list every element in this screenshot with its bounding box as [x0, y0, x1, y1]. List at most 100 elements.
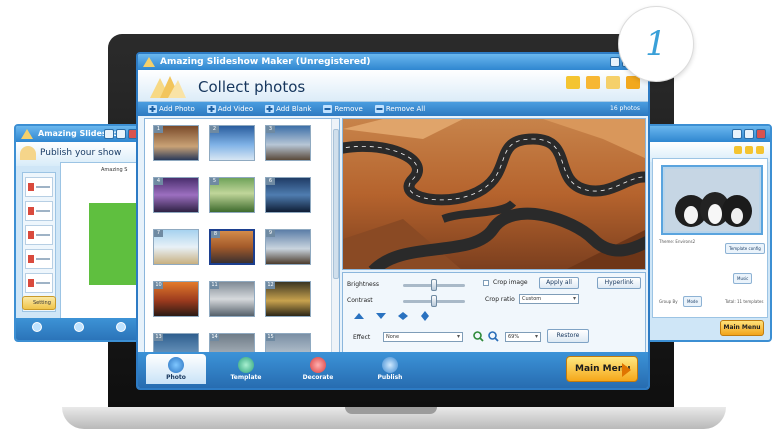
publish-format-item[interactable]	[25, 249, 53, 269]
publish-preview: Amazing S	[60, 162, 142, 332]
format-label-line	[36, 234, 50, 236]
save-icon[interactable]	[586, 76, 600, 89]
rotate-right-icon[interactable]	[375, 311, 387, 321]
help-icon[interactable]	[756, 146, 764, 154]
photo-thumbnail[interactable]: 11	[209, 281, 255, 317]
remove-button[interactable]: Remove	[323, 105, 363, 113]
tab-photo[interactable]: Photo	[146, 354, 206, 384]
minimize-icon[interactable]	[610, 57, 620, 67]
group-by-label: Group By	[659, 299, 678, 304]
group-by-select[interactable]: Mode	[683, 296, 702, 307]
remove-all-button[interactable]: Remove All	[374, 105, 425, 113]
add-blank-button[interactable]: Add Blank	[265, 105, 311, 113]
photo-thumbnail[interactable]: 14	[209, 333, 255, 353]
restore-button[interactable]: Restore	[547, 329, 589, 343]
zoom-out-icon[interactable]	[488, 331, 499, 342]
setting-button[interactable]: Setting	[22, 296, 56, 310]
photo-thumbnail[interactable]: 13	[153, 333, 199, 353]
tab-decorate[interactable]: Decorate	[288, 354, 348, 384]
publish-format-item[interactable]	[25, 225, 53, 245]
zoom-in-icon[interactable]	[473, 331, 484, 342]
tab-decorate-label: Decorate	[302, 374, 334, 381]
rotate-left-icon[interactable]	[353, 311, 365, 321]
thumbnail-scrollbar[interactable]	[331, 119, 339, 353]
thumbnail-number: 2	[210, 126, 219, 133]
tab-publish-label: Publish	[377, 374, 403, 381]
brightness-slider-knob[interactable]	[431, 279, 437, 291]
publish-format-item[interactable]	[25, 201, 53, 221]
user-icon[interactable]	[606, 76, 620, 89]
photo-thumbnail[interactable]: 5	[209, 177, 255, 213]
decorate-tab-icon	[310, 357, 326, 373]
tab-photo-icon[interactable]	[32, 322, 42, 332]
hyperlink-button[interactable]: Hyperlink	[597, 277, 641, 289]
thumbnail-number: 13	[154, 334, 163, 341]
format-label-line	[36, 210, 50, 212]
crop-ratio-label: Crop ratio	[485, 296, 515, 303]
photo-thumbnail[interactable]: 12	[265, 281, 311, 317]
photo-thumbnail[interactable]: 4	[153, 177, 199, 213]
apply-all-button[interactable]: Apply all	[539, 277, 579, 289]
save-icon[interactable]	[745, 146, 753, 154]
add-photo-button[interactable]: Add Photo	[148, 105, 195, 113]
photo-thumbnail[interactable]: 15	[265, 333, 311, 353]
add-video-button[interactable]: Add Video	[206, 105, 253, 113]
main-window-title: Amazing Slideshow Maker (Unregistered)	[160, 57, 371, 67]
contrast-slider-knob[interactable]	[431, 295, 437, 307]
scrollbar-thumb[interactable]	[333, 129, 339, 279]
photo-toolbar: Add Photo Add Video Add Blank Remove Rem…	[138, 102, 648, 116]
close-icon[interactable]	[756, 129, 766, 139]
publish-tab-icon	[382, 357, 398, 373]
arrow-right-icon	[622, 363, 631, 377]
effect-label: Effect	[353, 334, 371, 341]
minimize-icon[interactable]	[732, 129, 742, 139]
folder-icon[interactable]	[734, 146, 742, 154]
minimize-icon[interactable]	[104, 129, 114, 139]
photo-thumbnail[interactable]: 2	[209, 125, 255, 161]
crop-ratio-select[interactable]: Custom	[519, 294, 579, 304]
add-photo-icon	[148, 105, 157, 113]
publish-format-item[interactable]	[25, 177, 53, 197]
photo-thumbnail-selected[interactable]: 8	[209, 229, 255, 265]
thumbnail-number: 12	[266, 282, 275, 289]
maximize-icon[interactable]	[116, 129, 126, 139]
publish-header-title: Publish your show	[40, 148, 122, 158]
open-folder-icon[interactable]	[566, 76, 580, 89]
maximize-icon[interactable]	[744, 129, 754, 139]
tab-template[interactable]: Template	[216, 354, 276, 384]
crop-image-checkbox[interactable]	[483, 280, 489, 286]
laptop-notch	[345, 407, 437, 414]
header-icons	[566, 76, 640, 89]
tab-template-icon[interactable]	[74, 322, 84, 332]
photo-thumbnail[interactable]: 9	[265, 229, 311, 265]
remove-icon	[323, 105, 333, 113]
thumbnail-number: 10	[154, 282, 163, 289]
zoom-select[interactable]: 69%	[505, 332, 541, 342]
template-main-menu-button[interactable]: Main Menu	[720, 320, 764, 336]
photo-thumbnail[interactable]: 6	[265, 177, 311, 213]
main-menu-button[interactable]: Main Menu	[566, 356, 638, 382]
template-window-controls	[732, 129, 766, 139]
tab-decorate-icon[interactable]	[116, 322, 126, 332]
music-button[interactable]: Music	[733, 273, 753, 284]
brightness-slider[interactable]	[403, 279, 465, 291]
format-icon	[28, 255, 34, 263]
photo-thumbnail-list: 1 2 3 4 5 6 7 8 9 10 11 12 13 14 15	[144, 118, 340, 354]
effect-select[interactable]: None	[383, 332, 463, 342]
tab-publish[interactable]: Publish	[360, 354, 420, 384]
publish-format-item[interactable]	[25, 273, 53, 293]
photo-thumbnail[interactable]: 3	[265, 125, 311, 161]
puppies-image	[665, 169, 759, 231]
photo-thumbnail[interactable]: 10	[153, 281, 199, 317]
flip-vertical-icon[interactable]	[419, 311, 431, 321]
photo-thumbnail[interactable]: 1	[153, 125, 199, 161]
main-window-titlebar: Amazing Slideshow Maker (Unregistered)	[138, 54, 648, 70]
template-config-button[interactable]: Template config	[725, 243, 765, 254]
contrast-slider[interactable]	[403, 295, 465, 307]
photo-thumbnail[interactable]: 7	[153, 229, 199, 265]
help-icon[interactable]	[626, 76, 640, 89]
flip-horizontal-icon[interactable]	[397, 311, 409, 321]
template-tab-icon	[238, 357, 254, 373]
format-label-line	[36, 186, 50, 188]
photo-preview	[342, 118, 646, 270]
